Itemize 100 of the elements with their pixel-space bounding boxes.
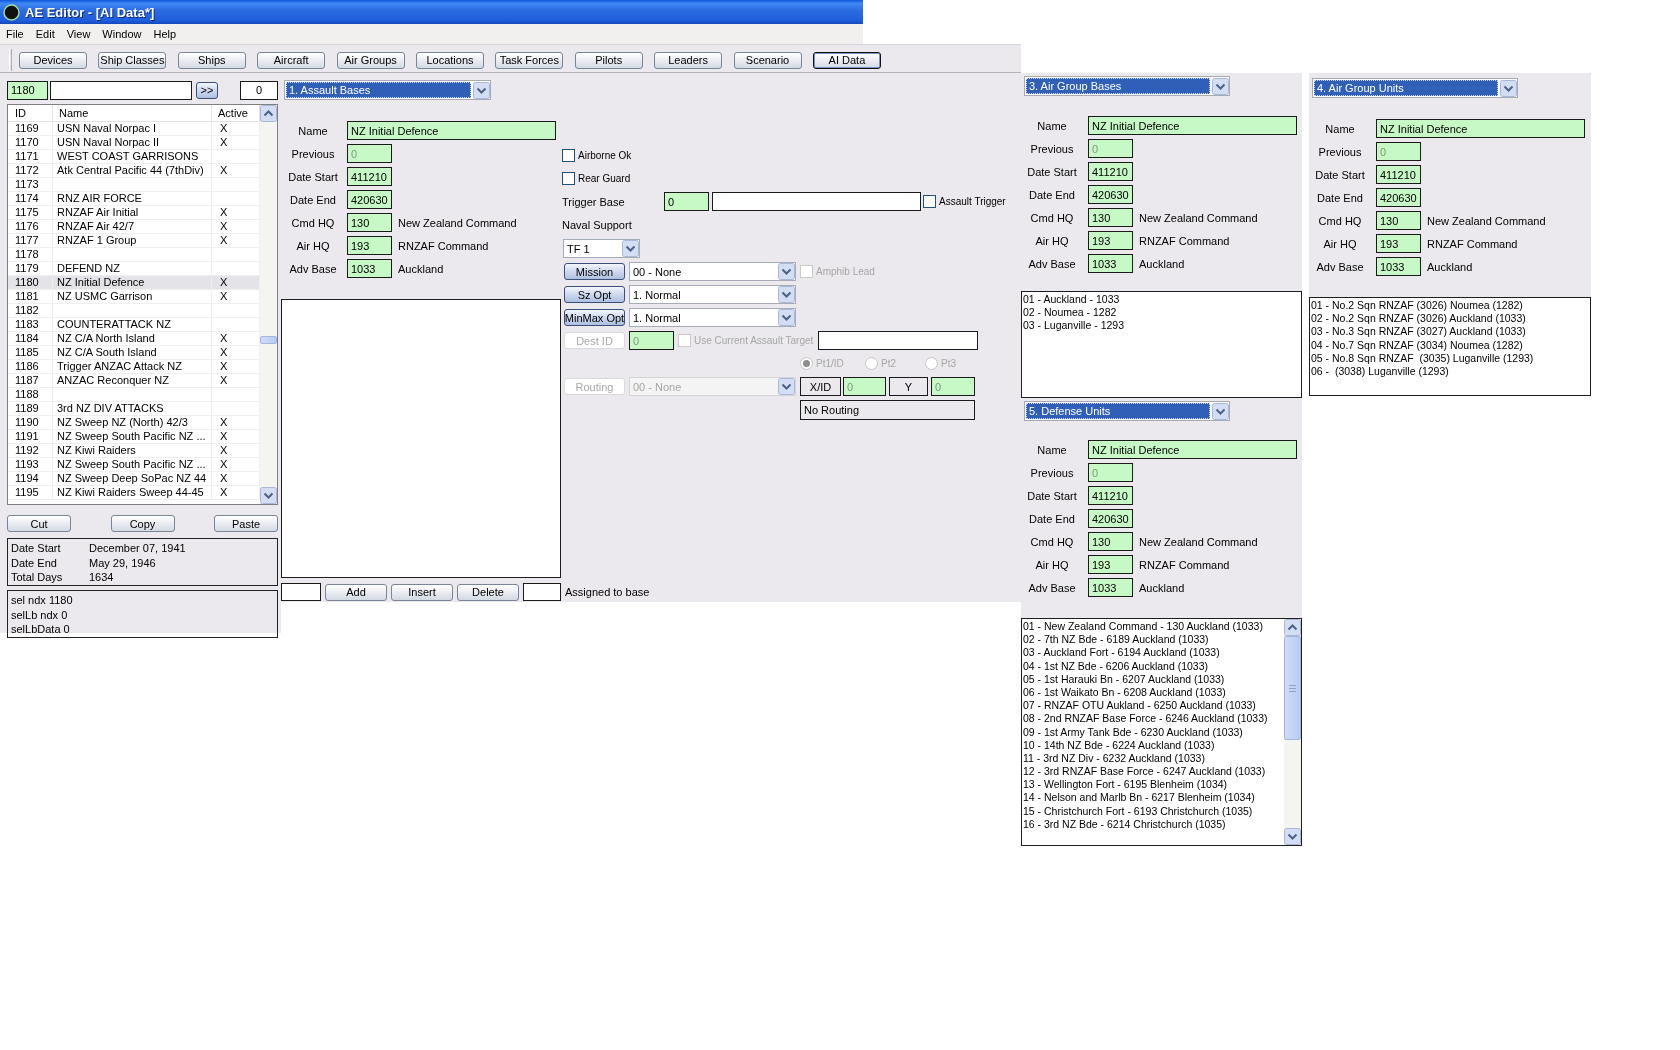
- list-item[interactable]: 11 - 3rd NZ Div - 6232 Auckland (1033): [1023, 751, 1284, 766]
- list-box[interactable]: [1309, 297, 1591, 396]
- list-item[interactable]: 08 - 2nd RNZAF Base Force - 6246 Auckland (1033): [1023, 712, 1284, 726]
- name-field[interactable]: NZ Initial Defence: [347, 121, 556, 140]
- chevron-down-icon[interactable]: [473, 81, 490, 99]
- scrollbar-thumb[interactable]: [1284, 636, 1301, 740]
- list-row[interactable]: 1189 3rd NZ DIV ATTACKS: [8, 402, 260, 416]
- number-field[interactable]: 130: [1088, 208, 1133, 227]
- toolbar-button[interactable]: Air Groups: [336, 51, 405, 69]
- list-item[interactable]: 06 - 1st Waikato Bn - 6208 Auckland (1033): [1023, 685, 1284, 700]
- list-item[interactable]: 03 - No.3 Sqn RNZAF (3027) Auckland (1033): [1311, 325, 1590, 339]
- list-item[interactable]: 03 - Luganville - 1293: [1023, 319, 1301, 333]
- number-field[interactable]: 0: [664, 192, 709, 211]
- menu-item[interactable]: Window: [96, 28, 148, 40]
- chevron-down-icon[interactable]: [1284, 828, 1301, 845]
- list-row[interactable]: 1174 RNZ AIR FORCE: [8, 192, 260, 206]
- list-row[interactable]: 1188: [8, 388, 260, 402]
- number-field[interactable]: 420630: [347, 190, 392, 209]
- section-dropdown[interactable]: 5. Defense Units: [1024, 401, 1230, 421]
- list-row[interactable]: 1172 Atk Central Pacific 44 (7thDiv) X: [8, 164, 260, 178]
- column-header[interactable]: ID: [8, 105, 53, 121]
- name-field[interactable]: NZ Initial Defence: [1088, 116, 1297, 135]
- input-field[interactable]: [523, 583, 561, 601]
- number-field[interactable]: 411210: [1088, 486, 1133, 505]
- list-row[interactable]: 1173: [8, 178, 260, 192]
- list-row[interactable]: 1186 Trigger ANZAC Attack NZ X: [8, 360, 260, 374]
- chevron-down-icon[interactable]: [260, 487, 277, 504]
- number-field[interactable]: 130: [1088, 532, 1133, 551]
- number-field[interactable]: 411210: [1376, 165, 1421, 184]
- list-row[interactable]: 1171 WEST COAST GARRISONS: [8, 150, 260, 164]
- list-item[interactable]: 16 - 3rd NZ Bde - 6214 Christchurch (1035): [1023, 817, 1284, 831]
- list-button[interactable]: Paste: [214, 515, 278, 532]
- text-field[interactable]: [712, 192, 921, 211]
- number-field[interactable]: 1033: [1088, 578, 1133, 597]
- list-box[interactable]: 01 - Auckland - 1033 02 - Noumea - 1282 03 - Luganville - 1293: [1021, 291, 1302, 398]
- scrollbar[interactable]: [1284, 619, 1301, 845]
- list-row[interactable]: 1176 RNZAF Air 42/7 X: [8, 220, 260, 234]
- list-item[interactable]: 12 - 3rd RNZAF Base Force - 6247 Auckland (1033): [1023, 765, 1284, 779]
- number-field[interactable]: 130: [1376, 211, 1421, 230]
- list-item[interactable]: 07 - RNZAF OTU Aukland - 6250 Auckland (1033): [1023, 699, 1284, 713]
- dropdown[interactable]: 1. Normal: [629, 285, 796, 304]
- number-field[interactable]: 1033: [347, 259, 392, 278]
- list-item[interactable]: 05 - No.8 Sqn RNZAF (3035) Luganville (1293): [1311, 351, 1590, 365]
- go-button[interactable]: >>: [196, 81, 218, 99]
- list-row[interactable]: 1184 NZ C/A North Island X: [8, 332, 260, 346]
- chevron-up-icon[interactable]: [260, 105, 277, 122]
- toolbar-button[interactable]: Pilots: [574, 51, 643, 69]
- number-field[interactable]: 420630: [1376, 188, 1421, 207]
- list-item[interactable]: 09 - 1st Army Tank Bde - 6230 Auckland (1033): [1023, 725, 1284, 739]
- list-row[interactable]: 1175 RNZAF Air Initial X: [8, 206, 260, 220]
- dropdown[interactable]: 00 - None: [629, 262, 796, 281]
- list-item[interactable]: 01 - Auckland - 1033: [1023, 293, 1301, 307]
- toolbar-button[interactable]: Ship Classes: [98, 51, 167, 69]
- dropdown[interactable]: TF 1: [563, 239, 640, 258]
- chevron-down-icon[interactable]: [778, 309, 795, 326]
- list-row[interactable]: 1181 NZ USMC Garrison X: [8, 290, 260, 304]
- list-box[interactable]: [7, 104, 278, 505]
- toolbar-button[interactable]: Leaders: [654, 51, 723, 69]
- input-field[interactable]: [281, 583, 321, 601]
- list-row[interactable]: 1183 COUNTERATTACK NZ: [8, 318, 260, 332]
- toolbar-button[interactable]: Ships: [177, 51, 246, 69]
- search-field[interactable]: [50, 80, 192, 100]
- list-item[interactable]: 02 - 7th NZ Bde - 6189 Auckland (1033): [1023, 633, 1284, 647]
- list-button[interactable]: Add: [325, 583, 387, 601]
- list-row[interactable]: 1185 NZ C/A South Island X: [8, 346, 260, 360]
- toolbar-button[interactable]: Devices: [19, 51, 87, 69]
- id-field[interactable]: 1180: [7, 80, 48, 100]
- number-field[interactable]: 193: [1088, 555, 1133, 574]
- option-button[interactable]: Mission: [564, 263, 625, 280]
- column-header[interactable]: Name: [53, 105, 212, 121]
- number-field[interactable]: 420630: [1088, 509, 1133, 528]
- option-button[interactable]: MinMax Opt: [564, 309, 625, 326]
- list-row[interactable]: 1169 USN Naval Norpac I X: [8, 122, 260, 136]
- name-field[interactable]: NZ Initial Defence: [1376, 119, 1585, 138]
- list-row[interactable]: 1193 NZ Sweep South Pacific NZ ... X: [8, 458, 260, 472]
- toolbar-button[interactable]: Aircraft: [257, 51, 326, 69]
- number-field[interactable]: 1033: [1376, 257, 1421, 276]
- number-field[interactable]: 1033: [1088, 254, 1133, 273]
- chevron-down-icon[interactable]: [1500, 79, 1517, 97]
- list-item[interactable]: 03 - Auckland Fort - 6194 Auckland (1033): [1023, 646, 1284, 660]
- scrollbar[interactable]: [260, 105, 277, 504]
- checkbox[interactable]: [923, 195, 936, 208]
- list-row[interactable]: 1192 NZ Kiwi Raiders X: [8, 444, 260, 458]
- chevron-down-icon[interactable]: [622, 240, 639, 257]
- number-field[interactable]: 411210: [347, 167, 392, 186]
- number-field[interactable]: 193: [347, 236, 392, 255]
- list-item[interactable]: 02 - No.2 Sqn RNZAF (3026) Auckland (1033): [1311, 312, 1590, 326]
- list-button[interactable]: Delete: [457, 583, 519, 601]
- chevron-down-icon[interactable]: [1212, 77, 1229, 95]
- list-row[interactable]: 1170 USN Naval Norpac II X: [8, 136, 260, 150]
- name-field[interactable]: NZ Initial Defence: [1088, 440, 1297, 459]
- menu-item[interactable]: View: [60, 28, 97, 40]
- text-field[interactable]: [818, 331, 978, 350]
- checkbox[interactable]: [562, 149, 575, 162]
- list-item[interactable]: 10 - 14th NZ Bde - 6224 Auckland (1033): [1023, 738, 1284, 752]
- number-field[interactable]: 193: [1376, 234, 1421, 253]
- list-button[interactable]: Insert: [391, 583, 453, 601]
- list-row[interactable]: 1194 NZ Sweep Deep SoPac NZ 44 X: [8, 472, 260, 486]
- list-item[interactable]: 04 - 1st NZ Bde - 6206 Auckland (1033): [1023, 659, 1284, 673]
- list-button[interactable]: Cut: [7, 515, 71, 532]
